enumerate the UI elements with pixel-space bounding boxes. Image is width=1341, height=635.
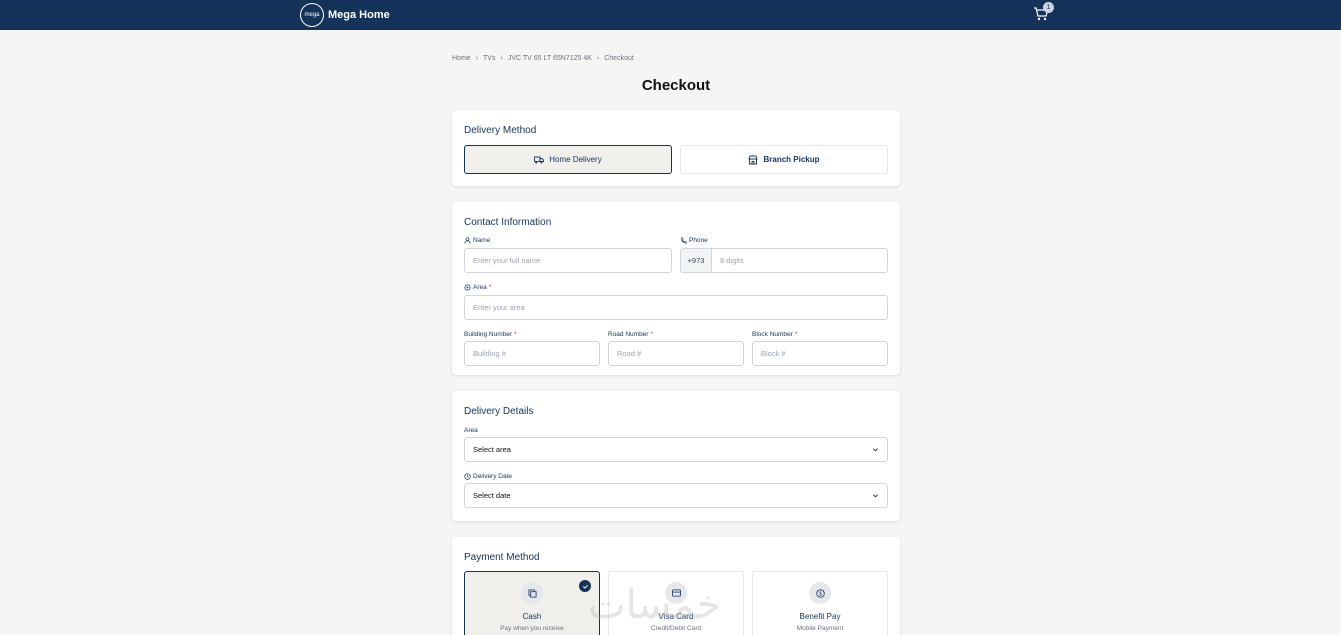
required-mark: * bbox=[650, 331, 653, 338]
store-icon bbox=[748, 155, 759, 164]
clock-icon bbox=[464, 473, 471, 480]
branch-pickup-button[interactable]: Branch Pickup bbox=[680, 145, 888, 174]
required-mark: * bbox=[488, 284, 492, 291]
breadcrumb-tvs[interactable]: TVs bbox=[483, 55, 495, 62]
payment-option-visa[interactable]: Visa Card Credit/Debit Card bbox=[608, 571, 744, 635]
payment-option-name: Benefit Pay bbox=[799, 612, 841, 621]
delivery-date-label: Delivery Date bbox=[473, 473, 513, 480]
phone-label-row: Phone bbox=[680, 237, 708, 244]
block-label-row: Block Number * bbox=[752, 331, 797, 338]
block-number-label: Block Number bbox=[752, 331, 793, 338]
breadcrumb: Home › TVs › JVC TV 65 LT 65N7125 4K › C… bbox=[452, 55, 634, 62]
breadcrumb-current: Checkout bbox=[604, 55, 634, 62]
chevron-right-icon: › bbox=[500, 55, 503, 62]
cash-icon bbox=[521, 582, 543, 604]
delivery-method-card: Delivery Method Home Delivery Branch Pic… bbox=[452, 110, 900, 186]
truck-icon bbox=[534, 156, 545, 163]
page-title: Checkout bbox=[641, 77, 711, 94]
brand-name: Mega Home bbox=[328, 9, 390, 21]
building-number-label: Building Number bbox=[464, 331, 513, 338]
block-number-field[interactable]: Block # bbox=[752, 341, 888, 366]
required-mark: * bbox=[514, 331, 517, 338]
payment-option-desc: Credit/Debit Card bbox=[650, 625, 702, 632]
breadcrumb-product[interactable]: JVC TV 65 LT 65N7125 4K bbox=[508, 55, 592, 62]
payment-option-desc: Mobile Payment bbox=[796, 625, 844, 632]
dd-area-label-row: Area bbox=[464, 427, 478, 434]
delivery-details-title: Delivery Details bbox=[464, 406, 534, 417]
payment-option-desc: Pay when you receive bbox=[500, 625, 564, 632]
area-label-row: Area * bbox=[464, 284, 491, 291]
payment-method-card: Payment Method Cash Pay when you receive… bbox=[452, 537, 900, 635]
contact-information-card: Contact Information Name Enter your full… bbox=[452, 202, 900, 375]
area-select[interactable]: Select area bbox=[464, 437, 888, 462]
branch-pickup-label: Branch Pickup bbox=[763, 155, 820, 164]
area-field[interactable]: Enter your area bbox=[464, 295, 888, 320]
delivery-date-label-row: Delivery Date bbox=[464, 473, 512, 480]
delivery-details-card: Delivery Details Area Select area Delive… bbox=[452, 391, 900, 521]
credit-card-icon bbox=[665, 582, 687, 604]
chevron-right-icon: › bbox=[596, 55, 600, 62]
phone-label: Phone bbox=[689, 237, 708, 244]
delivery-date-value: Select date bbox=[473, 491, 511, 500]
brand-logo[interactable]: mega Mega Home bbox=[300, 3, 390, 27]
area-label: Area bbox=[473, 284, 487, 291]
chevron-right-icon: › bbox=[475, 55, 479, 62]
home-delivery-label: Home Delivery bbox=[549, 155, 602, 164]
chevron-down-icon bbox=[873, 448, 878, 452]
building-number-field[interactable]: Building # bbox=[464, 341, 600, 366]
breadcrumb-home[interactable]: Home bbox=[452, 55, 471, 62]
delivery-date-select[interactable]: Select date bbox=[464, 483, 888, 508]
phone-field[interactable]: 8 digits bbox=[711, 248, 888, 273]
name-label-row: Name bbox=[464, 237, 490, 244]
road-label-row: Road Number * bbox=[608, 331, 653, 338]
name-label: Name bbox=[473, 237, 491, 244]
required-mark: * bbox=[794, 331, 798, 338]
payment-option-benefit[interactable]: $ Benefit Pay Mobile Payment bbox=[752, 571, 888, 635]
svg-text:$: $ bbox=[819, 591, 822, 597]
dollar-coin-icon: $ bbox=[809, 582, 831, 604]
user-icon bbox=[464, 237, 471, 244]
road-number-label: Road Number bbox=[608, 331, 649, 338]
road-number-field[interactable]: Road # bbox=[608, 341, 744, 366]
dd-area-label: Area bbox=[464, 427, 478, 434]
cart-count-badge: 1 bbox=[1043, 2, 1054, 13]
area-select-value: Select area bbox=[473, 445, 511, 454]
payment-option-name: Visa Card bbox=[658, 612, 694, 621]
selected-check-icon bbox=[579, 580, 591, 592]
top-nav-bar: mega Mega Home 1 bbox=[0, 0, 1341, 30]
delivery-method-title: Delivery Method bbox=[464, 125, 537, 136]
payment-method-title: Payment Method bbox=[464, 552, 540, 563]
name-field[interactable]: Enter your full name bbox=[464, 248, 672, 273]
payment-option-cash[interactable]: Cash Pay when you receive bbox=[464, 571, 600, 635]
chevron-down-icon bbox=[873, 494, 878, 498]
phone-icon bbox=[681, 237, 687, 244]
logo-mark: mega bbox=[300, 3, 324, 27]
phone-country-code: +973 bbox=[680, 248, 711, 273]
payment-option-name: Cash bbox=[522, 612, 542, 621]
building-label-row: Building Number * bbox=[464, 331, 517, 338]
location-pin-icon bbox=[464, 284, 471, 291]
contact-information-title: Contact Information bbox=[464, 217, 552, 228]
home-delivery-button[interactable]: Home Delivery bbox=[464, 145, 672, 174]
